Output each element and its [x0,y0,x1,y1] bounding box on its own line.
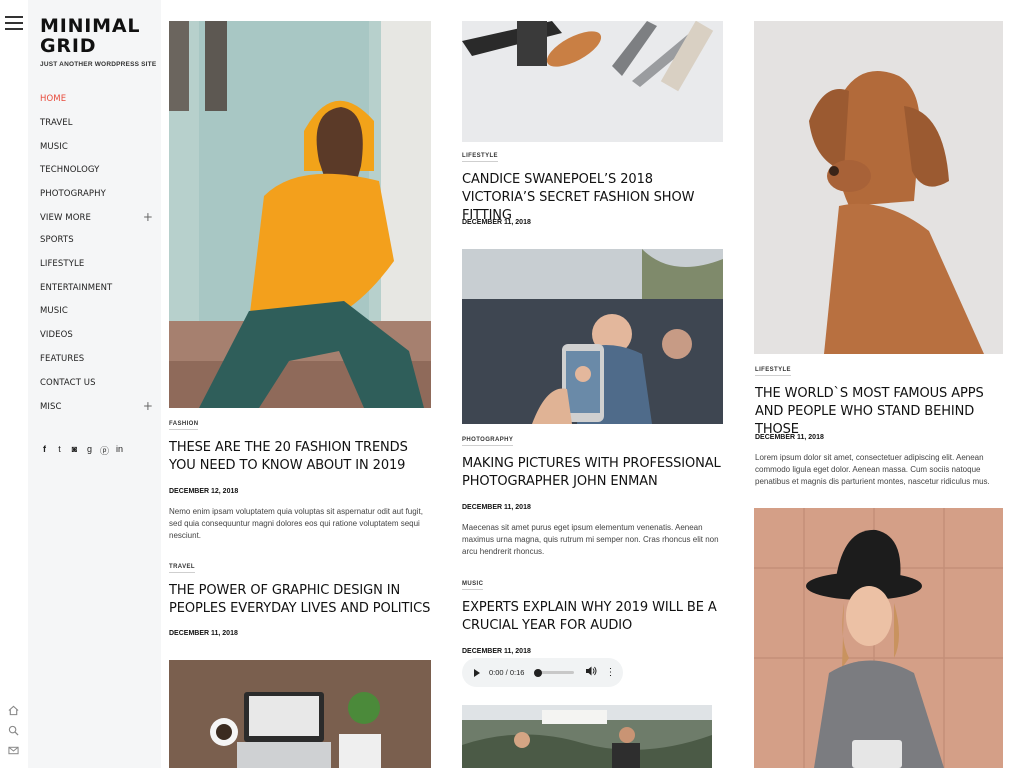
nav-item-view-more[interactable]: VIEW MORE + [40,211,155,234]
nav-item-label: LIFESTYLE [40,258,85,269]
linkedin-icon[interactable]: in [115,444,124,457]
post-category-photography[interactable]: PHOTOGRAPHY [462,437,514,446]
nav-item-music[interactable]: MUSIC [40,141,155,165]
post-date-travel: DECEMBER 11, 2018 [169,630,238,637]
post-title-famous-apps[interactable]: THE WORLD`S MOST FAMOUS APPS AND PEOPLE … [755,385,1010,439]
nav-item-label: PHOTOGRAPHY [40,189,106,200]
social-links: f t ◙ g ⓟ in [40,444,124,457]
site-tagline: JUST ANOTHER WORDPRESS SITE [40,61,157,68]
dog-post-image[interactable] [754,21,1003,354]
audio-seek-thumb[interactable] [534,668,543,677]
volume-icon[interactable] [586,666,597,679]
more-options-icon[interactable]: ⋮ [605,667,615,678]
expand-plus-icon[interactable]: + [143,211,153,223]
post-title-travel[interactable]: THE POWER OF GRAPHIC DESIGN IN PEOPLES E… [169,582,431,618]
nav-item-label: TRAVEL [40,117,73,128]
nav-item-music[interactable]: MUSIC [40,305,155,329]
music-post-image[interactable] [462,705,712,768]
nav-item-photography[interactable]: PHOTOGRAPHY [40,188,155,212]
menu-toggle-icon[interactable] [5,16,23,30]
nav-item-sports[interactable]: SPORTS [40,234,155,258]
nav-item-label: HOME [40,94,67,104]
nav-item-label: CONTACT US [40,377,96,388]
nav-item-misc[interactable]: MISC + [40,400,155,425]
post-excerpt-famous-apps: Lorem ipsum dolor sit amet, consectetuer… [755,453,990,486]
post-category-lifestyle-2[interactable]: LIFESTYLE [755,367,791,376]
menu-bar [5,28,23,30]
audio-time: 0:00 / 0:16 [489,668,525,677]
home-icon[interactable] [7,705,19,717]
post-category-fashion[interactable]: FASHION [169,421,199,430]
post-excerpt-fashion: Nemo enim ipsam voluptatem quia voluptas… [169,507,423,540]
nav-item-videos[interactable]: VIDEOS [40,329,155,353]
expand-plus-icon[interactable]: + [143,400,153,412]
lifestyle-post-image-tools[interactable] [462,21,723,142]
photography-post-image[interactable] [462,249,723,424]
post-date-famous-apps: DECEMBER 11, 2018 [755,434,824,441]
nav-item-label: MISC [40,401,62,412]
search-icon[interactable] [7,725,19,737]
post-date-victorias-secret: DECEMBER 11, 2018 [462,219,531,226]
nav-item-label: FEATURES [40,353,85,364]
nav-item-features[interactable]: FEATURES [40,353,155,377]
post-title-audio[interactable]: EXPERTS EXPLAIN WHY 2019 WILL BE A CRUCI… [462,599,724,635]
left-rail [0,0,29,768]
menu-bar [5,16,23,18]
nav-item-label: MUSIC [40,141,68,152]
pinterest-icon[interactable]: ⓟ [100,444,109,457]
google-plus-icon[interactable]: g [85,444,94,457]
mail-icon[interactable] [7,745,19,757]
nav-item-label: SPORTS [40,234,74,245]
fashion-post-image[interactable] [169,21,431,408]
post-title-victorias-secret[interactable]: CANDICE SWANEPOEL’S 2018 VICTORIA’S SECR… [462,171,727,225]
twitter-icon[interactable]: t [55,444,64,457]
post-category-travel[interactable]: TRAVEL [169,564,195,573]
nav-item-technology[interactable]: TECHNOLOGY [40,164,155,188]
hat-woman-post-image[interactable] [754,508,1003,768]
nav-item-contact-us[interactable]: CONTACT US [40,377,155,401]
post-category-music[interactable]: MUSIC [462,581,484,590]
post-title-fashion[interactable]: THESE ARE THE 20 FASHION TRENDS YOU NEED… [169,439,434,475]
nav-item-label: VIEW MORE [40,212,91,223]
post-title-photography[interactable]: MAKING PICTURES WITH PROFESSIONAL PHOTOG… [462,455,724,491]
nav-item-lifestyle[interactable]: LIFESTYLE [40,258,155,282]
audio-player: 0:00 / 0:16 ⋮ [462,658,623,687]
post-date-audio: DECEMBER 11, 2018 [462,648,531,655]
site-logo[interactable]: MINIMAL GRID [40,16,150,56]
nav-item-label: ENTERTAINMENT [40,282,113,293]
nav-item-label: VIDEOS [40,330,73,341]
menu-bar [5,22,23,24]
post-date-fashion: DECEMBER 12, 2018 [169,488,239,495]
instagram-icon[interactable]: ◙ [70,444,79,457]
post-category-lifestyle[interactable]: LIFESTYLE [462,153,498,162]
main-nav: HOME TRAVEL MUSIC TECHNOLOGY PHOTOGRAPHY VIEW… [40,93,155,424]
post-excerpt-photography: Maecenas sit amet purus eget ipsum eleme… [462,523,719,556]
post-date-photography: DECEMBER 11, 2018 [462,504,531,511]
audio-seek-slider[interactable] [534,668,575,677]
play-icon[interactable] [474,668,480,677]
nav-item-label: MUSIC [40,306,68,317]
nav-item-travel[interactable]: TRAVEL [40,117,155,141]
facebook-icon[interactable]: f [40,444,49,457]
nav-item-label: TECHNOLOGY [40,165,100,176]
nav-item-entertainment[interactable]: ENTERTAINMENT [40,282,155,306]
travel-post-image[interactable] [169,660,431,768]
nav-item-home[interactable]: HOME [40,93,155,117]
sidebar: MINIMAL GRID JUST ANOTHER WORDPRESS SITE… [28,0,161,768]
